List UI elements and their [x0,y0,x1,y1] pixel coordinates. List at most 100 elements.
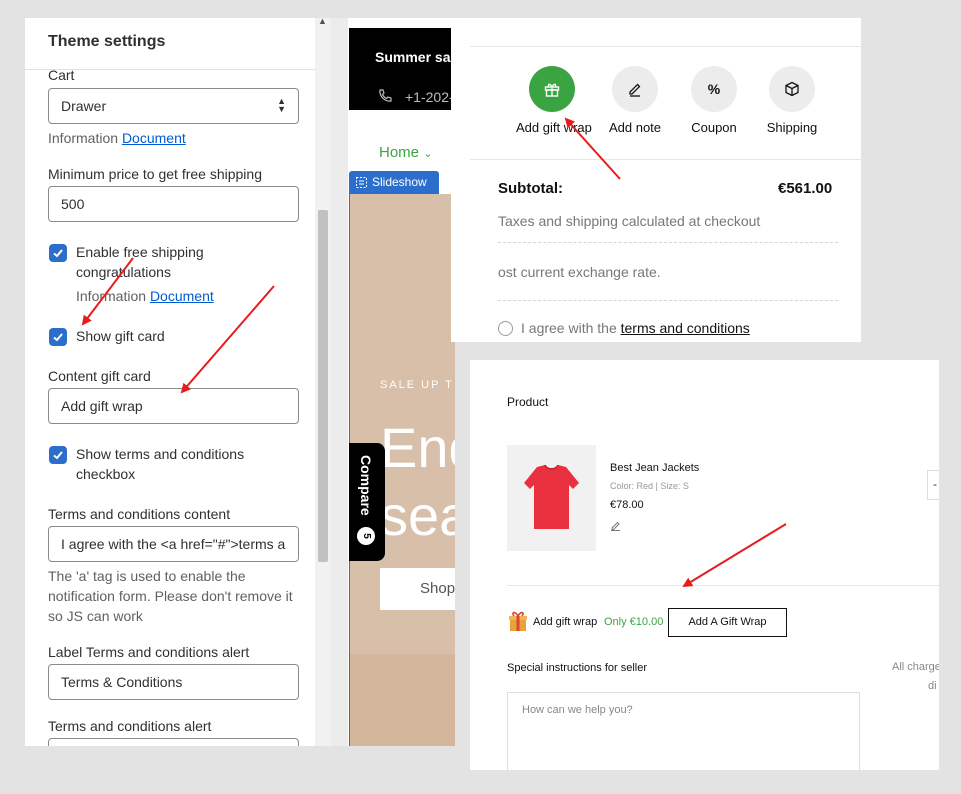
terms-help-text: The 'a' tag is used to enable the notifi… [48,568,293,624]
dashed-divider [498,242,838,243]
hero-heading: End sea [380,414,455,550]
slideshow-tag-label: Slideshow [372,175,427,189]
cart-drawer-divider [470,159,861,160]
product-name[interactable]: Best Jean Jackets [610,462,699,474]
select-arrows-icon: ▲ ▼ [277,96,286,114]
compare-count-badge: 5 [357,527,375,545]
cart-info: Information Document [48,130,186,146]
terms-alert-label: Terms and conditions alert [48,718,212,734]
product-variant: Color: Red | Size: S [610,481,689,491]
agree-terms-prefix: I agree with the [521,320,621,336]
cart-drawer-top [470,18,861,47]
settings-scrollbar[interactable]: ▲ [315,18,331,746]
scrollbar-thumb[interactable] [318,210,328,562]
theme-settings-panel: Theme settings Cart Drawer ▲ ▼ Informatio… [25,18,331,746]
show-gift-card-label: Show gift card [76,328,165,344]
terms-link[interactable]: terms and conditions [621,320,750,336]
slideshow-section-tag[interactable]: Slideshow [349,171,439,194]
store-preview: Summer sal +1-202- Home ⌄ Slideshow SALE… [331,18,455,746]
compare-tab[interactable]: Compare 5 [349,443,385,561]
charges-note-line1: All charge [892,661,939,673]
subtotal-label: Subtotal: [498,180,563,197]
terms-content-value: I agree with the <a href="#">terms a [61,536,286,552]
preview-gutter [331,18,348,746]
nav-home-label: Home [379,144,420,161]
show-gift-card-checkbox[interactable] [49,328,67,346]
agree-terms-text: I agree with the terms and conditions [521,320,750,336]
coupon-action[interactable]: % Coupon [681,66,747,135]
subtotal-value: €561.00 [778,180,833,197]
shipping-action[interactable]: Shipping [760,66,824,135]
terms-alert-input[interactable] [48,738,299,746]
product-price: €78.00 [610,499,644,511]
dashed-divider [498,300,838,301]
cart-info-document-link[interactable]: Document [122,130,186,146]
gift-icon [529,66,575,112]
compare-label: Compare [358,455,374,516]
hero-heading-line1: End [380,416,455,479]
gift-wrap-price: Only €10.00 [604,616,664,628]
cart-type-label: Cart [48,67,75,83]
show-terms-checkbox[interactable] [49,446,67,464]
add-gift-wrap-label: Add gift wrap [516,120,592,135]
percent-icon: % [691,66,737,112]
product-image[interactable] [507,445,596,551]
free-shipping-document-link[interactable]: Document [150,288,214,304]
label-terms-alert-value: Terms & Conditions [61,674,183,690]
add-note-action[interactable]: Add note [601,66,669,135]
min-price-label: Minimum price to get free shipping [48,166,262,182]
cart-page-panel: Product Best Jean Jackets Color: Red | S… [470,360,939,770]
cart-drawer-panel: Add gift wrap Add note % Coupon Shipping… [451,18,861,342]
content-gift-card-input[interactable]: Add gift wrap [48,388,299,424]
red-tshirt-image [524,464,579,529]
phone-icon [379,89,392,102]
phone-number: +1-202- [405,89,454,105]
scroll-up-arrow-icon[interactable]: ▲ [318,18,327,26]
shipping-label: Shipping [766,120,818,135]
announcement-bar: Summer sal +1-202- [349,28,455,110]
hero-heading-line2: sea [380,484,455,547]
exchange-rate-note: ost current exchange rate. [498,264,661,280]
add-gift-wrap-button[interactable]: Add A Gift Wrap [668,608,787,637]
coupon-label: Coupon [691,120,737,135]
chevron-down-icon: ⌄ [423,148,433,160]
min-price-input[interactable]: 500 [48,186,299,222]
label-terms-alert-input[interactable]: Terms & Conditions [48,664,299,700]
cart-info-prefix: Information [48,130,119,146]
settings-title: Theme settings [48,33,166,50]
hero-shop-button[interactable]: Shop [380,568,455,610]
terms-content-label: Terms and conditions content [48,506,231,522]
label-terms-alert-label: Label Terms and conditions alert [48,644,250,660]
free-shipping-congrats-label: Enable free shipping congratulations [76,244,204,280]
add-gift-wrap-action[interactable]: Add gift wrap [516,66,592,135]
check-icon [53,451,63,460]
edit-pencil-icon[interactable] [610,520,621,531]
nav-home-link[interactable]: Home ⌄ [379,144,432,161]
check-icon [53,249,63,258]
free-shipping-info-prefix: Information [76,288,147,304]
special-instructions-textarea[interactable]: How can we help you? [507,692,860,770]
tax-note: Taxes and shipping calculated at checkou… [498,213,761,229]
box-icon [769,66,815,112]
gift-wrap-label: Add gift wrap [533,616,598,628]
section-grid-icon [356,177,367,188]
agree-terms-radio[interactable] [498,321,513,336]
check-icon [53,333,63,342]
quantity-minus-button[interactable]: - [933,477,937,491]
settings-header: Theme settings [25,18,315,70]
hero-sale-text: SALE UP T [380,379,454,391]
special-instructions-placeholder: How can we help you? [522,704,633,716]
min-price-value: 500 [61,196,85,212]
content-gift-card-value: Add gift wrap [61,398,143,414]
gift-box-icon [509,611,527,631]
quantity-stepper[interactable]: - [927,470,939,500]
charges-note-line2: di [928,680,937,692]
terms-content-input[interactable]: I agree with the <a href="#">terms a [48,526,299,562]
show-terms-label: Show terms and conditions checkbox [76,446,245,482]
content-gift-card-label: Content gift card [48,368,151,384]
hero-bottom-band [350,654,455,746]
cart-type-value: Drawer [61,98,107,114]
free-shipping-congrats-checkbox[interactable] [49,244,67,262]
cart-type-select[interactable]: Drawer ▲ ▼ [48,88,299,124]
product-column-header: Product [507,395,549,409]
